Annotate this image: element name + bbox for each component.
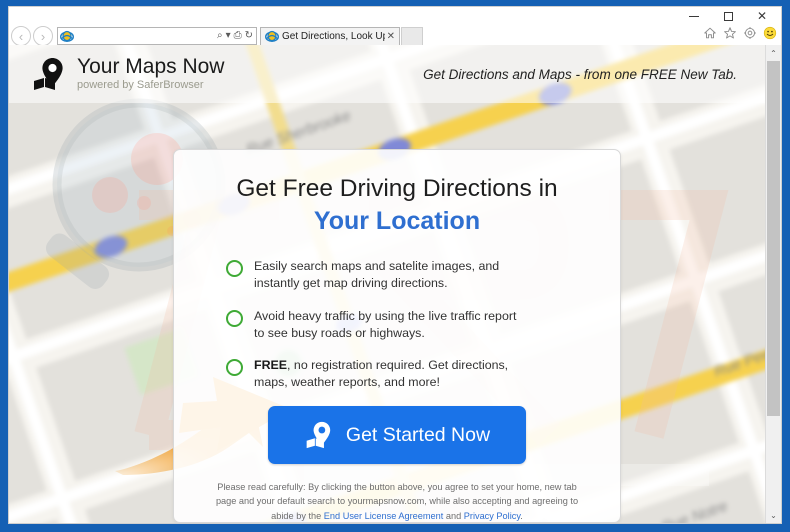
browser-tab[interactable]: Get Directions, Look Up Map... ✕ — [260, 26, 400, 46]
bullet-ring-icon — [226, 309, 243, 327]
tab-close-icon[interactable]: ✕ — [385, 31, 397, 42]
minimize-icon — [689, 15, 699, 17]
list-item: Avoid heavy traffic by using the live tr… — [226, 308, 594, 342]
promo-card-inner: Get Free Driving Directions in Your Loca… — [174, 150, 620, 523]
title-bar: ✕ — [9, 7, 781, 25]
feature-text: Easily search maps and satelite images, … — [254, 259, 500, 291]
disclaimer: Please read carefully: By clicking the b… — [214, 480, 580, 523]
address-bar[interactable]: ⌕ ▾ ⎙ ↻ — [57, 27, 257, 45]
maps-pin-icon — [306, 421, 331, 449]
scroll-up-button[interactable]: ⌃ — [766, 45, 781, 61]
bullet-ring-icon — [226, 358, 243, 376]
browser-chrome: ✕ ‹ › ⌕ ▾ ⎙ ↻ Get Directions, Look U ✕ — [8, 6, 782, 46]
brand-title: Your Maps Now — [77, 54, 225, 78]
eula-link[interactable]: End User License Agreement — [324, 511, 444, 521]
feature-text: Avoid heavy traffic by using the live tr… — [254, 308, 517, 340]
header-tagline: Get Directions and Maps - from one FREE … — [423, 66, 737, 82]
get-started-button-label: Get Started Now — [345, 423, 491, 446]
scroll-down-button[interactable]: ⌄ — [766, 507, 781, 523]
favorites-star-icon[interactable] — [723, 26, 737, 40]
promo-card: Get Free Driving Directions in Your Loca… — [173, 149, 621, 523]
forward-button[interactable]: › — [33, 26, 53, 46]
maximize-button[interactable] — [711, 7, 745, 25]
address-input[interactable] — [74, 29, 217, 43]
internet-explorer-icon — [60, 30, 74, 42]
headline-location: Your Location — [313, 206, 481, 235]
window-controls: ✕ — [677, 7, 779, 25]
navigation-row: ‹ › ⌕ ▾ ⎙ ↻ Get Directions, Look U ✕ — [9, 25, 781, 47]
page-title: Get Free Driving Directions in Your Loca… — [200, 174, 594, 236]
headline-line1: Get Free Driving Directions in — [236, 175, 558, 202]
feature-free-rest: , no registration required. Get directio… — [254, 357, 509, 389]
tab-title: Get Directions, Look Up Map... — [282, 30, 385, 42]
disclaimer-text-3: . — [520, 510, 523, 521]
get-started-button[interactable]: Get Started Now — [268, 406, 526, 465]
bullet-ring-icon — [226, 260, 243, 278]
search-icon[interactable]: ⌕ — [217, 31, 223, 41]
brand-text: Your Maps Now powered by SaferBrowser — [77, 54, 225, 92]
close-button[interactable]: ✕ — [745, 7, 779, 25]
screen: ✕ ‹ › ⌕ ▾ ⎙ ↻ Get Directions, Look U ✕ R… — [0, 0, 790, 532]
page-viewport: Rue St-Marc Rue Richmond Parc Notre-Dame… — [8, 45, 782, 524]
print-icon[interactable]: ⎙ — [234, 31, 242, 41]
address-bar-icons: ⌕ ▾ ⎙ ↻ — [217, 31, 256, 41]
feedback-smiley-icon[interactable] — [763, 26, 777, 40]
refresh-icon[interactable]: ↻ — [245, 31, 253, 41]
feature-text-free: FREE, no registration required. Get dire… — [254, 357, 526, 391]
brand: Your Maps Now powered by SaferBrowser — [31, 54, 225, 92]
cta-wrapper: Get Started Now — [200, 406, 594, 465]
list-item: FREE, no registration required. Get dire… — [226, 357, 594, 391]
maximize-icon — [723, 11, 733, 21]
new-tab-button[interactable] — [401, 26, 423, 46]
page-header: Your Maps Now powered by SaferBrowser Ge… — [9, 45, 767, 103]
vertical-scrollbar[interactable]: ⌃ ⌄ — [765, 45, 781, 523]
list-item: Easily search maps and satelite images, … — [226, 258, 594, 292]
home-icon[interactable] — [703, 26, 717, 40]
minimize-button[interactable] — [677, 7, 711, 25]
browser-tool-icons — [703, 26, 777, 40]
chevron-down-icon[interactable]: ▾ — [226, 31, 231, 41]
privacy-policy-link[interactable]: Privacy Policy — [464, 511, 521, 521]
feature-free-bold: FREE — [254, 357, 288, 372]
disclaimer-text-2: and — [443, 510, 464, 521]
back-button[interactable]: ‹ — [11, 26, 31, 46]
settings-gear-icon[interactable] — [743, 26, 757, 40]
maps-pin-logo-icon — [34, 57, 63, 90]
tab-favicon-icon — [265, 30, 279, 42]
feature-list: Easily search maps and satelite images, … — [226, 258, 594, 391]
scrollbar-thumb[interactable] — [767, 61, 780, 416]
brand-subtitle: powered by SaferBrowser — [77, 78, 204, 91]
